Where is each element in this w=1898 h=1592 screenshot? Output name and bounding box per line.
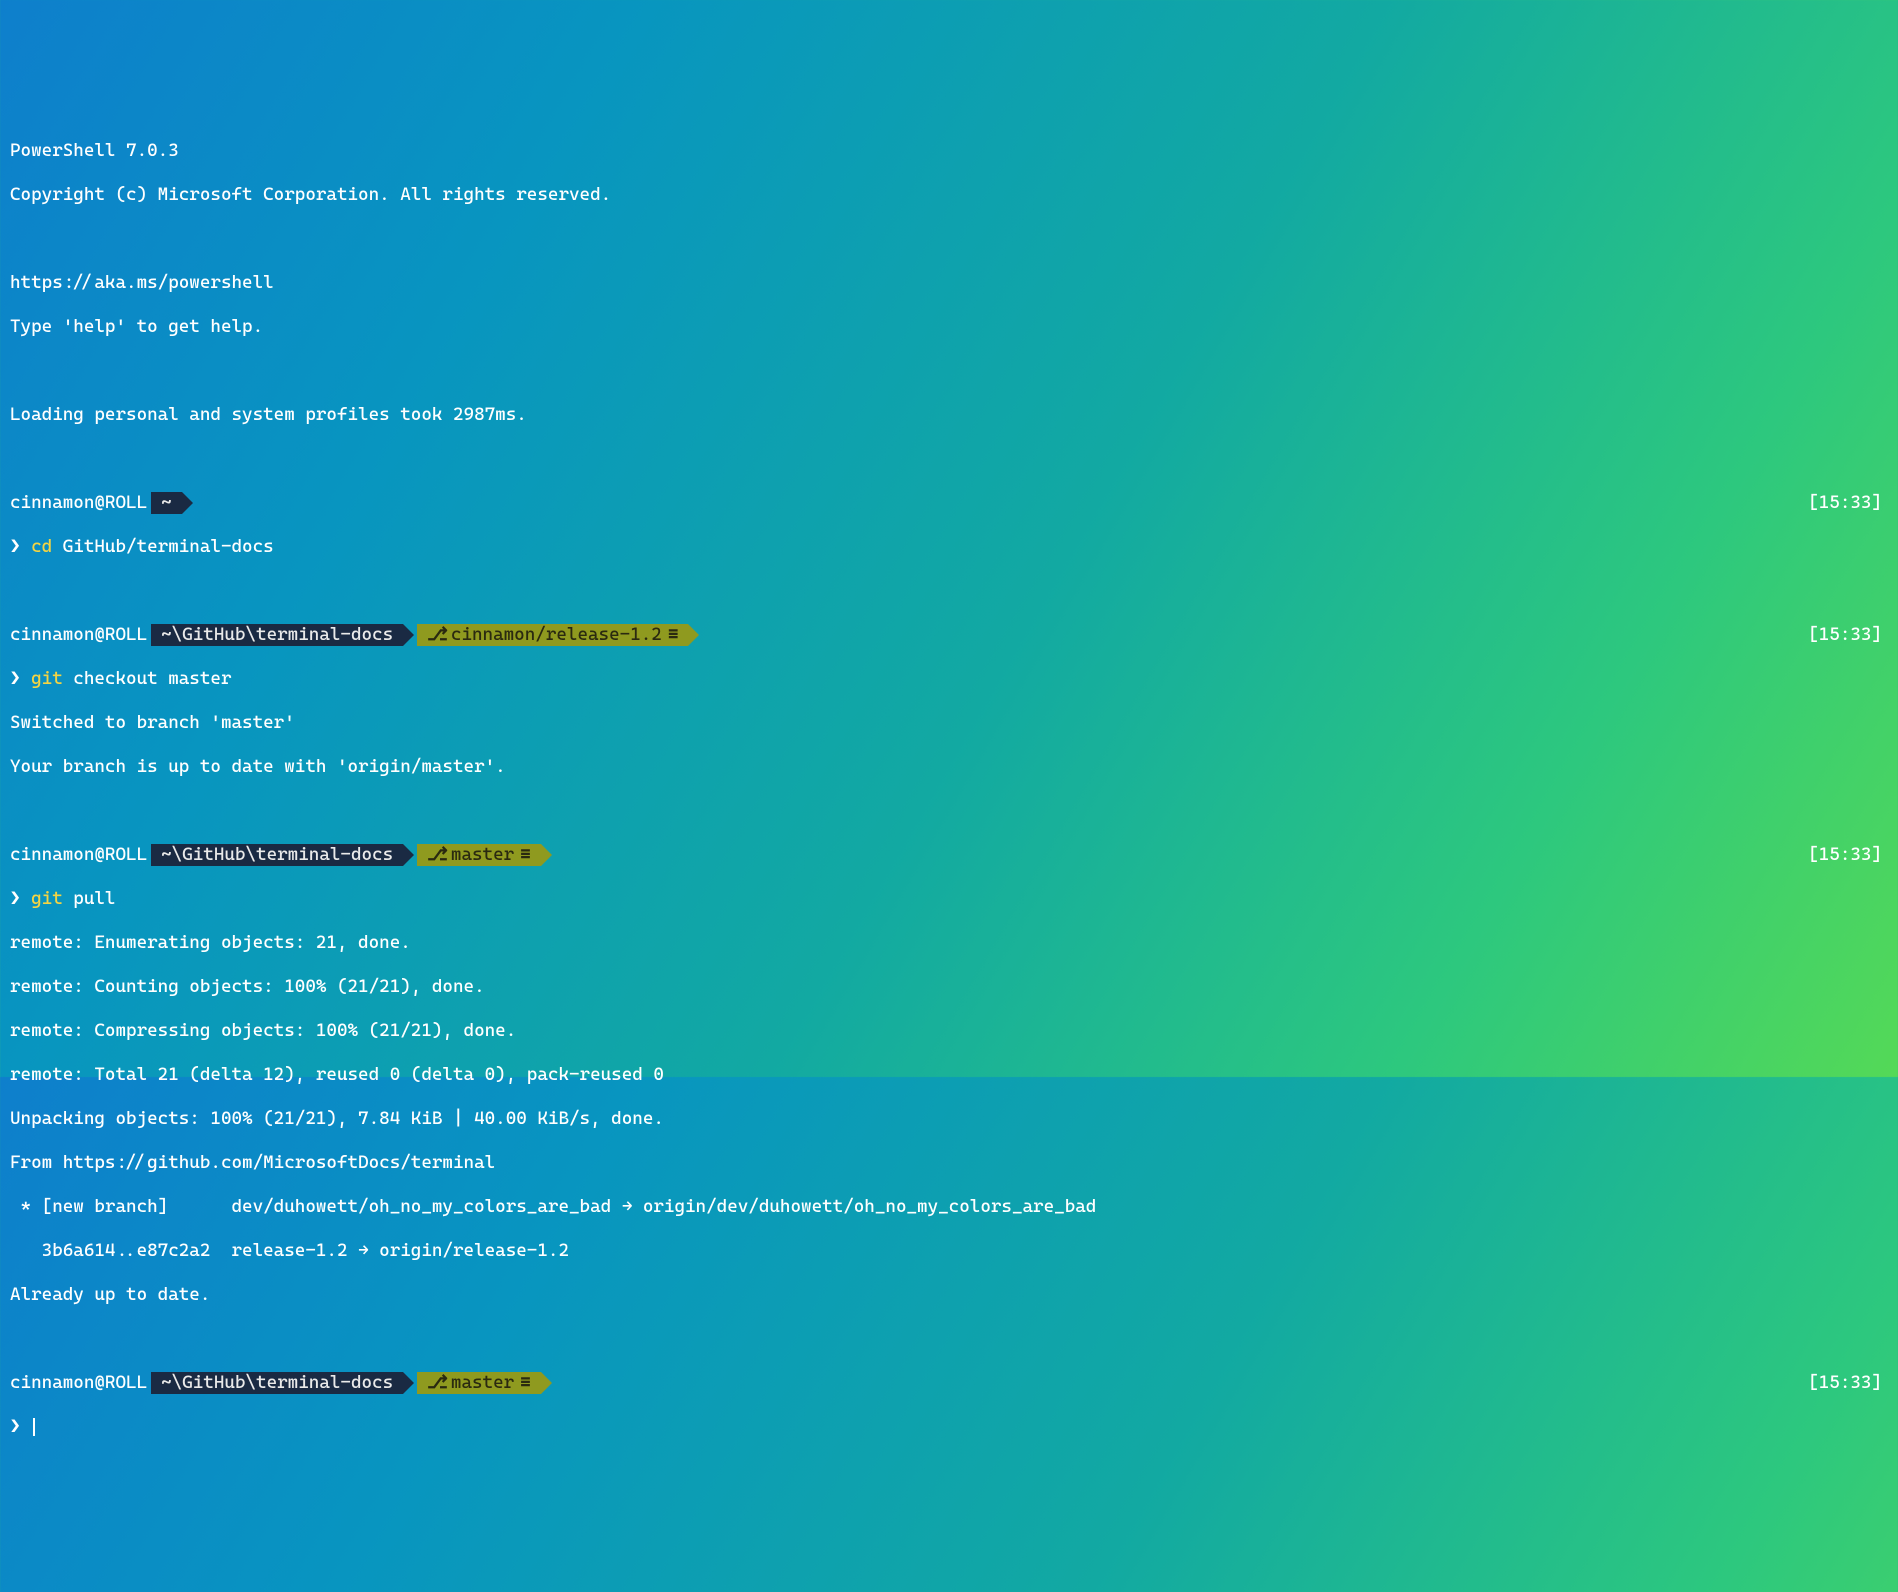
git-clean-icon: ≡ — [520, 1372, 531, 1394]
cwd-text: ~ — [161, 492, 172, 514]
git-clean-icon: ≡ — [668, 624, 679, 646]
user-host: cinnamon@ROLL — [10, 624, 147, 646]
output-line: 3b6a614..e87c2a2 release-1.2 → origin/re… — [10, 1240, 569, 1262]
cmd-keyword: git — [31, 668, 63, 690]
ps-copyright: Copyright (c) Microsoft Corporation. All… — [10, 184, 611, 206]
ps-help-hint: Type 'help' to get help. — [10, 316, 263, 338]
branch-icon: ⎇ — [427, 844, 448, 866]
git-branch-segment: ⎇ cinnamon/release-1.2 ≡ — [417, 624, 688, 646]
branch-name: master — [451, 1372, 514, 1394]
cursor — [33, 1418, 35, 1436]
path-segment: ~\GitHub\terminal-docs — [151, 844, 403, 866]
branch-name: cinnamon/release-1.2 — [451, 624, 662, 646]
output-line: From https://github.com/MicrosoftDocs/te… — [10, 1152, 495, 1174]
cmd-keyword: cd — [31, 536, 52, 558]
git-clean-icon: ≡ — [520, 844, 531, 866]
git-branch-segment: ⎇ master ≡ — [417, 1372, 541, 1394]
prompt-line: cinnamon@ROLL ~ [15:33] — [10, 492, 1888, 514]
output-line: Unpacking objects: 100% (21/21), 7.84 Ki… — [10, 1108, 664, 1130]
prompt-marker: ❯ — [10, 888, 21, 910]
ps-link: https://aka.ms/powershell — [10, 272, 274, 294]
prompt-line: cinnamon@ROLL ~\GitHub\terminal-docs ⎇ m… — [10, 1372, 1888, 1394]
user-host: cinnamon@ROLL — [10, 844, 147, 866]
timestamp: [15:33] — [1808, 844, 1888, 866]
prompt-marker: ❯ — [10, 536, 21, 558]
cmd-args: checkout master — [63, 668, 232, 690]
cwd-text: ~\GitHub\terminal-docs — [161, 844, 393, 866]
path-segment: ~\GitHub\terminal-docs — [151, 624, 403, 646]
prompt-marker: ❯ — [10, 1416, 21, 1438]
timestamp: [15:33] — [1808, 1372, 1888, 1394]
command-line[interactable]: ❯ cd GitHub/terminal-docs — [10, 536, 1888, 558]
profiles-load-msg: Loading personal and system profiles too… — [10, 404, 527, 426]
branch-icon: ⎇ — [427, 624, 448, 646]
cmd-args: GitHub/terminal-docs — [52, 536, 273, 558]
cwd-text: ~\GitHub\terminal-docs — [161, 1372, 393, 1394]
cmd-args: pull — [63, 888, 116, 910]
prompt-marker: ❯ — [10, 668, 21, 690]
cmd-keyword: git — [31, 888, 63, 910]
output-line: remote: Enumerating objects: 21, done. — [10, 932, 411, 954]
cwd-text: ~\GitHub\terminal-docs — [161, 624, 393, 646]
command-line[interactable]: ❯ git pull — [10, 888, 1888, 910]
user-host: cinnamon@ROLL — [10, 1372, 147, 1394]
output-line: remote: Total 21 (delta 12), reused 0 (d… — [10, 1064, 664, 1086]
terminal-viewport[interactable]: PowerShell 7.0.3 Copyright (c) Microsoft… — [10, 96, 1888, 1482]
user-host: cinnamon@ROLL — [10, 492, 147, 514]
output-line: Already up to date. — [10, 1284, 210, 1306]
branch-name: master — [451, 844, 514, 866]
git-branch-segment: ⎇ master ≡ — [417, 844, 541, 866]
branch-icon: ⎇ — [427, 1372, 448, 1394]
path-segment: ~ — [151, 492, 182, 514]
timestamp: [15:33] — [1808, 624, 1888, 646]
timestamp: [15:33] — [1808, 492, 1888, 514]
output-line: Switched to branch 'master' — [10, 712, 295, 734]
output-line: * [new branch] dev/duhowett/oh_no_my_col… — [10, 1196, 1096, 1218]
output-line: remote: Compressing objects: 100% (21/21… — [10, 1020, 516, 1042]
output-line: remote: Counting objects: 100% (21/21), … — [10, 976, 485, 998]
prompt-line: cinnamon@ROLL ~\GitHub\terminal-docs ⎇ c… — [10, 624, 1888, 646]
command-line[interactable]: ❯ — [10, 1416, 1888, 1438]
command-line[interactable]: ❯ git checkout master — [10, 668, 1888, 690]
prompt-line: cinnamon@ROLL ~\GitHub\terminal-docs ⎇ m… — [10, 844, 1888, 866]
output-line: Your branch is up to date with 'origin/m… — [10, 756, 506, 778]
ps-version: PowerShell 7.0.3 — [10, 140, 179, 162]
path-segment: ~\GitHub\terminal-docs — [151, 1372, 403, 1394]
